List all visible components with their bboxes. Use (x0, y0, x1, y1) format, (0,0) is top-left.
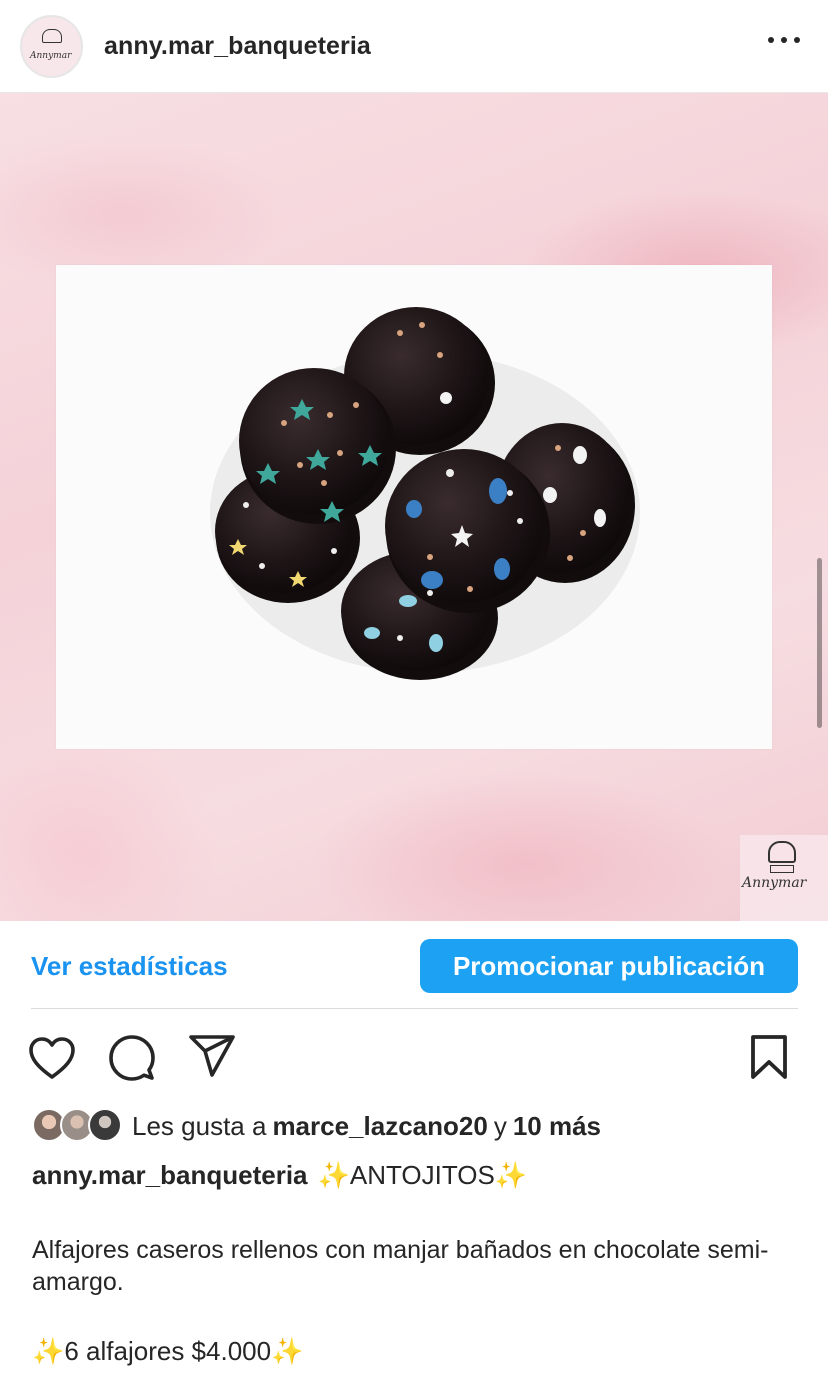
promote-post-button[interactable]: Promocionar publicación (420, 939, 798, 993)
sparkles-emoji: ✨ (271, 1336, 304, 1366)
post-username[interactable]: anny.mar_banqueteria (104, 32, 371, 61)
caption-header: anny.mar_banqueteria ✨ANTOJITOS✨ (32, 1160, 527, 1191)
caption-price: ✨6 alfajores $4.000✨ (32, 1336, 303, 1367)
likes-conj: y (493, 1110, 507, 1141)
sparkles-emoji: ✨ (494, 1160, 528, 1190)
more-options-icon[interactable] (768, 30, 800, 50)
price-text: 6 alfajores $4.000 (64, 1336, 272, 1366)
likes-summary[interactable]: Les gusta a marce_lazcano20 y 10 más (32, 1106, 607, 1146)
watermark-text: Annymar (742, 875, 807, 891)
divider (31, 1008, 798, 1009)
scrollbar[interactable] (817, 558, 822, 728)
avatar-signature: Annymar (30, 50, 72, 61)
share-icon[interactable] (188, 1034, 236, 1080)
liker-username[interactable]: marce_lazcano20 (272, 1111, 487, 1142)
post-header: Annymar anny.mar_banqueteria (0, 0, 828, 93)
chef-hat-icon (768, 841, 796, 863)
sparkles-emoji: ✨ (32, 1336, 65, 1366)
liker-avatars (32, 1106, 124, 1146)
insights-row: Ver estadísticas Promocionar publicación (0, 921, 828, 1009)
liker-avatar (88, 1108, 122, 1142)
comment-icon[interactable] (108, 1034, 156, 1082)
sparkles-emoji: ✨ (317, 1160, 350, 1190)
image-watermark: Annymar (740, 835, 828, 921)
profile-avatar[interactable]: Annymar (20, 14, 83, 78)
post-image[interactable]: Annymar (0, 93, 828, 921)
bookmark-icon[interactable] (748, 1034, 790, 1080)
chef-hat-logo-icon (42, 28, 62, 43)
caption-body: Alfajores caseros rellenos con manjar ba… (32, 1236, 769, 1296)
caption-title: ANTOJITOS (349, 1160, 495, 1190)
likes-prefix: Les gusta a (132, 1110, 267, 1141)
caption-username[interactable]: anny.mar_banqueteria (32, 1160, 308, 1190)
alfajores-photo (210, 307, 640, 680)
view-insights-link[interactable]: Ver estadísticas (31, 951, 228, 982)
heart-icon[interactable] (28, 1036, 76, 1080)
likes-others-count[interactable]: 10 más (513, 1111, 601, 1142)
